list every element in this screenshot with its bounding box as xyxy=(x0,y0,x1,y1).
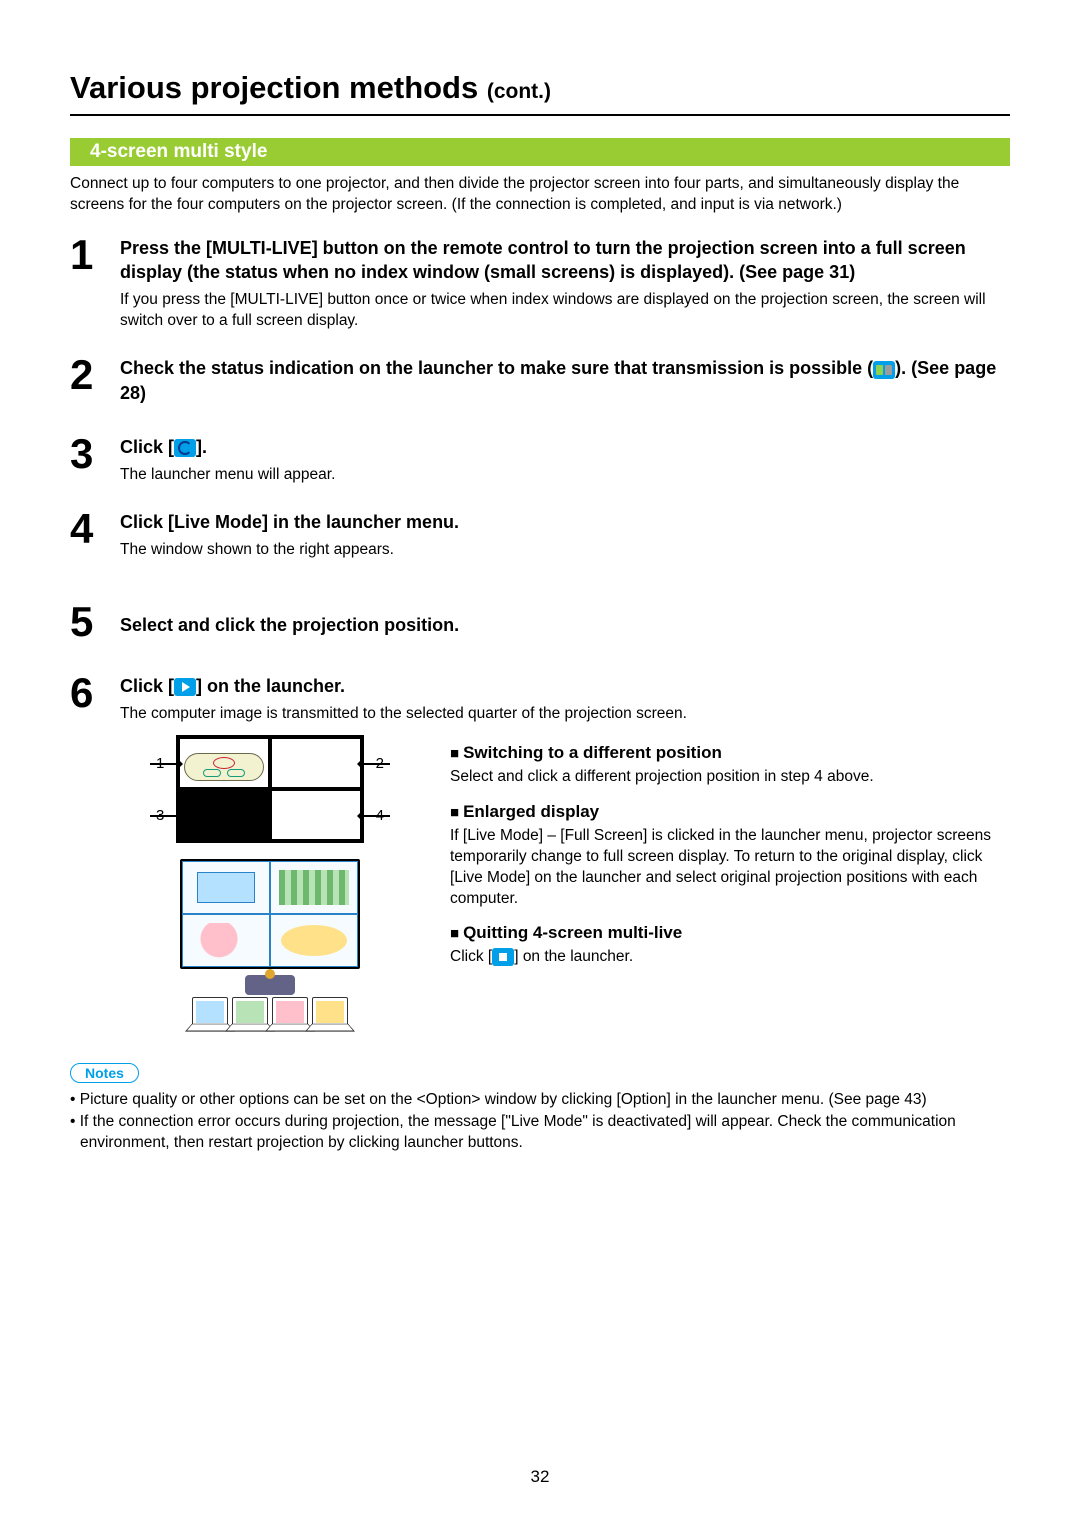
step-6: 6 Click [ ] on the launcher. The computer… xyxy=(70,672,1010,1027)
step-2: 2 Check the status indication on the lau… xyxy=(70,354,1010,411)
step-6-head-pre: Click [ xyxy=(120,676,174,696)
laptop-scene-illustration xyxy=(180,859,360,1027)
quadrant-illustration: 1 2 3 xyxy=(120,735,420,1027)
quad-label-3: 3 xyxy=(156,807,164,824)
info-column: Switching to a different position Select… xyxy=(450,735,1010,983)
step-5: 5 Select and click the projection positi… xyxy=(70,601,1010,643)
step-1-head: Press the [MULTI-LIVE] button on the rem… xyxy=(120,236,1010,285)
notes-pill: Notes xyxy=(70,1063,139,1083)
play-icon xyxy=(174,678,196,696)
stop-icon xyxy=(492,948,514,966)
step-3-head: Click []. xyxy=(120,435,1010,459)
quitting-text-pre: Click [ xyxy=(450,948,492,965)
switching-text: Select and click a different projection … xyxy=(450,767,1010,788)
note-item: • If the connection error occurs during … xyxy=(70,1111,1010,1154)
quad-label-4: 4 xyxy=(376,807,384,824)
page-title-cont: (cont.) xyxy=(487,80,551,103)
step-number: 2 xyxy=(70,354,120,396)
quitting-text-post: ] on the launcher. xyxy=(514,948,633,965)
step-6-head-post: ] on the launcher. xyxy=(196,676,345,696)
step-number: 6 xyxy=(70,672,120,714)
quad-label-1: 1 xyxy=(156,755,164,772)
step-number: 3 xyxy=(70,433,120,475)
intro-text: Connect up to four computers to one proj… xyxy=(70,174,1010,216)
enlarged-text: If [Live Mode] – [Full Screen] is clicke… xyxy=(450,826,1010,910)
enlarged-heading: Enlarged display xyxy=(450,802,1010,822)
title-rule xyxy=(70,114,1010,116)
step-number: 1 xyxy=(70,234,120,276)
step-1-sub: If you press the [MULTI-LIVE] button onc… xyxy=(120,290,1010,332)
step-number: 4 xyxy=(70,508,120,550)
quad-cell-1: 1 xyxy=(178,737,270,789)
page-title: Various projection methods (cont.) xyxy=(70,70,1010,106)
step-3-head-post: ]. xyxy=(196,437,207,457)
step-4: 4 Click [Live Mode] in the launcher menu… xyxy=(70,508,1010,561)
step-2-head: Check the status indication on the launc… xyxy=(120,356,1010,405)
quitting-heading: Quitting 4-screen multi-live xyxy=(450,923,1010,943)
quad-label-2: 2 xyxy=(376,755,384,772)
step-6-sub: The computer image is transmitted to the… xyxy=(120,704,1010,725)
step-4-sub: The window shown to the right appears. xyxy=(120,540,1010,561)
step-number: 5 xyxy=(70,601,120,643)
result-block: 1 2 3 xyxy=(120,735,1010,1027)
step-5-head: Select and click the projection position… xyxy=(120,603,1010,637)
step-1: 1 Press the [MULTI-LIVE] button on the r… xyxy=(70,234,1010,332)
quitting-text: Click [ ] on the launcher. xyxy=(450,947,1010,968)
section-heading: 4-screen multi style xyxy=(70,138,1010,166)
quad-cell-4: 4 xyxy=(270,789,362,841)
switching-heading: Switching to a different position xyxy=(450,743,1010,763)
projector-icon xyxy=(184,753,264,781)
step-6-head: Click [ ] on the launcher. xyxy=(120,674,1010,698)
step-3: 3 Click []. The launcher menu will appea… xyxy=(70,433,1010,486)
page-number: 32 xyxy=(0,1467,1080,1487)
notes-list: • Picture quality or other options can b… xyxy=(70,1089,1010,1154)
step-2-head-pre: Check the status indication on the launc… xyxy=(120,358,873,378)
quad-cell-3-selected: 3 xyxy=(178,789,270,841)
quad-cell-2: 2 xyxy=(270,737,362,789)
step-3-sub: The launcher menu will appear. xyxy=(120,465,1010,486)
note-item: • Picture quality or other options can b… xyxy=(70,1089,1010,1111)
step-3-head-pre: Click [ xyxy=(120,437,174,457)
page-title-main: Various projection methods xyxy=(70,70,487,105)
transmission-status-icon xyxy=(873,361,895,379)
step-4-head: Click [Live Mode] in the launcher menu. xyxy=(120,510,1010,534)
launcher-menu-icon xyxy=(174,439,196,457)
